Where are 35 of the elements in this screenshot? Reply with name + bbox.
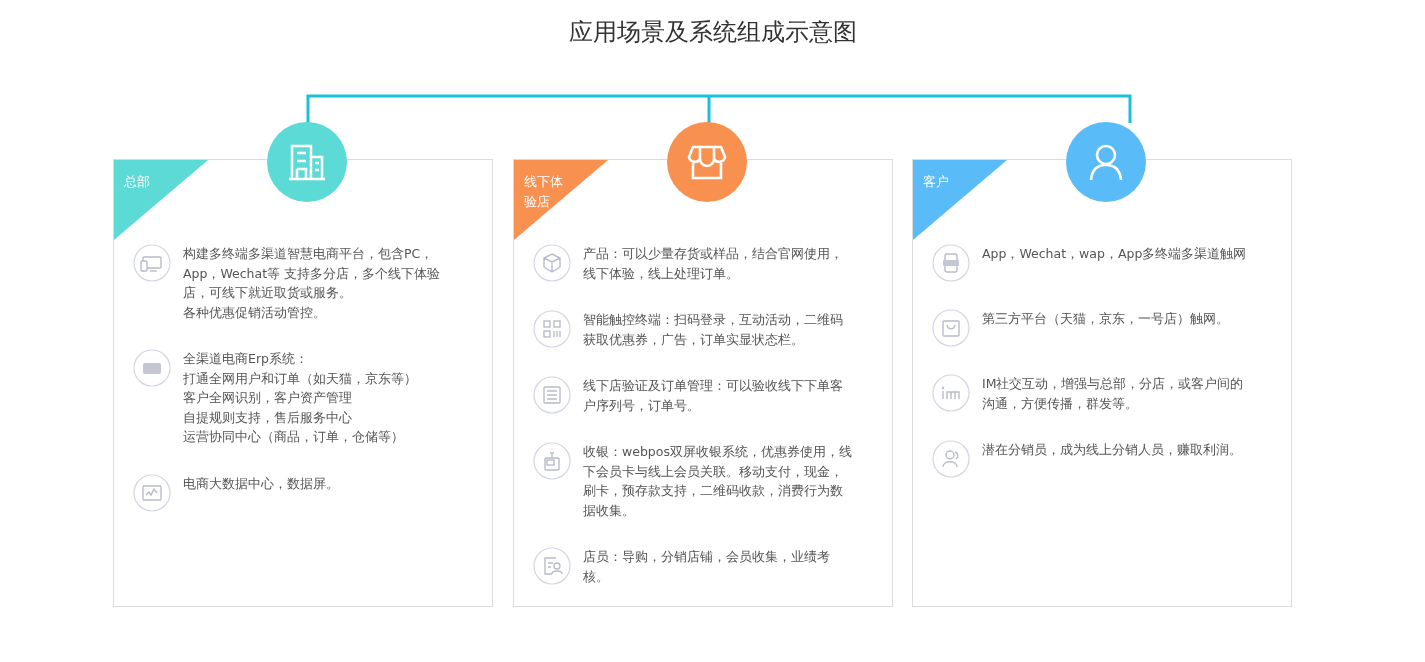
store-icon [687, 143, 727, 181]
item-description: 运营协同中心（商品，订单，仓储等） [183, 428, 405, 446]
list-icon [533, 376, 571, 414]
item-description: 智能触控终端：扫码登录，互动活动，二维码获取优惠券，广告，订单实显状态栏。 [583, 311, 844, 349]
item-description: 收银：webpos双屏收银系统，优惠券使用，线下会员卡与线上会员关联。移动支付，现金，刷卡，预存款支持，二维码收款，消费行为数据收集。 [583, 443, 853, 520]
item-description: App，Wechat，wap，App多终端多渠道触网 [982, 245, 1248, 263]
chart-icon [133, 473, 171, 512]
devices-icon [133, 244, 171, 282]
cube-icon [533, 244, 571, 282]
item-description: 店员：导购，分销店铺，会员收集，业绩考核。 [583, 548, 831, 586]
item-description: 各种优惠促销活动管控。 [183, 303, 327, 322]
building-icon [289, 143, 325, 181]
item-description: 第三方平台（天猫，京东，一号店）触网。 [982, 310, 1230, 328]
item-description: 产品：可以少量存货或样品，结合官网使用，线下体验，线上处理订单。 [583, 245, 844, 283]
item-description: 客户全网识别，客户资产管理 [183, 389, 353, 407]
app-icon [932, 244, 970, 282]
item-description: 线下店验证及订单管理：可以验收线下下单客户序列号，订单号。 [583, 377, 844, 415]
item-description: IM社交互动，增强与总部，分店，或客户间的沟通，方便传播，群发等。 [982, 375, 1245, 413]
people-icon [932, 440, 970, 478]
card-label: 客户 [923, 173, 950, 191]
bag-icon [932, 309, 970, 347]
item-description: 电商大数据中心，数据屏。 [183, 474, 340, 493]
card-label: 总部 [124, 173, 151, 191]
item-description: 自提规则支持，售后服务中心 [183, 408, 353, 427]
person-icon [1088, 143, 1124, 181]
im-icon [932, 374, 970, 412]
item-description: 打通全网用户和订单（如天猫，京东等） [183, 369, 418, 388]
card-label: 线下体验店 [524, 173, 564, 211]
item-description: 潜在分销员，成为线上分销人员，赚取利润。 [982, 441, 1243, 459]
staff-icon [533, 547, 571, 585]
diagram-title: 应用场景及系统组成示意图 [567, 17, 858, 48]
register-icon [533, 442, 571, 480]
item-description: 构建多终端多渠道智慧电商平台，包含PC，App，Wechat等 支持多分店，多个线下体验店，可线下就近取货或服务。 [183, 245, 442, 302]
qrcode-icon [533, 310, 571, 348]
item-description: 全渠道电商Erp系统： [183, 350, 309, 368]
